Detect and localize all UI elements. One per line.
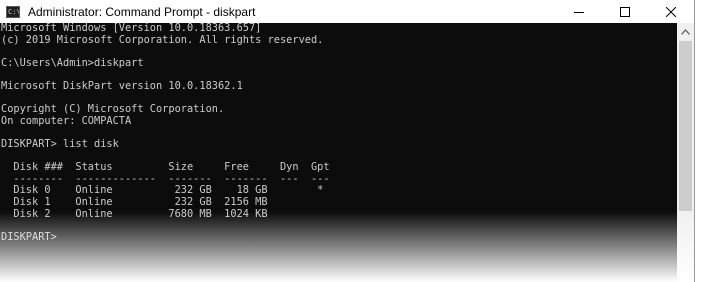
console-line: -------- ------------- ------- ------- -… xyxy=(1,172,330,185)
console-line: C:\Users\Admin>diskpart xyxy=(1,56,144,69)
window-controls xyxy=(556,0,694,23)
console-line: Disk 2 Online 7680 MB 1024 KB xyxy=(1,207,268,220)
console-line: Disk ### Status Size Free Dyn Gpt xyxy=(1,161,330,174)
close-icon xyxy=(666,6,676,17)
cmd-app-icon[interactable]: C:\ xyxy=(6,5,20,18)
console-line: Copyright (C) Microsoft Corporation. xyxy=(1,103,225,116)
vertical-scrollbar[interactable] xyxy=(677,23,694,282)
command-prompt-window: C:\ Administrator: Command Prompt - disk… xyxy=(0,0,695,282)
chevron-up-icon xyxy=(681,29,690,35)
console-line: On computer: COMPACTA xyxy=(1,114,132,127)
console-line: (c) 2019 Microsoft Corporation. All righ… xyxy=(1,33,324,46)
minimize-button[interactable] xyxy=(556,0,602,23)
maximize-icon xyxy=(620,6,630,17)
scroll-up-button[interactable] xyxy=(677,25,694,39)
console-line: Microsoft DiskPart version 10.0.18362.1 xyxy=(1,79,243,92)
title-bar[interactable]: C:\ Administrator: Command Prompt - disk… xyxy=(0,0,694,23)
console-line: Disk 0 Online 232 GB 18 GB * xyxy=(1,184,324,197)
close-button[interactable] xyxy=(648,0,694,23)
maximize-button[interactable] xyxy=(602,0,648,23)
minimize-icon xyxy=(574,11,584,13)
window-title: Administrator: Command Prompt - diskpart xyxy=(28,4,256,19)
console-line: Disk 1 Online 232 GB 2156 MB xyxy=(1,195,268,208)
scrollbar-thumb[interactable] xyxy=(679,41,692,211)
console-line: DISKPART> xyxy=(1,230,57,243)
console-line: Microsoft Windows [Version 10.0.18363.65… xyxy=(1,23,262,34)
console-output[interactable]: Microsoft Windows [Version 10.0.18363.65… xyxy=(0,23,677,282)
console-text: Microsoft Windows [Version 10.0.18363.65… xyxy=(0,23,677,243)
console-line: DISKPART> list disk xyxy=(1,137,119,150)
